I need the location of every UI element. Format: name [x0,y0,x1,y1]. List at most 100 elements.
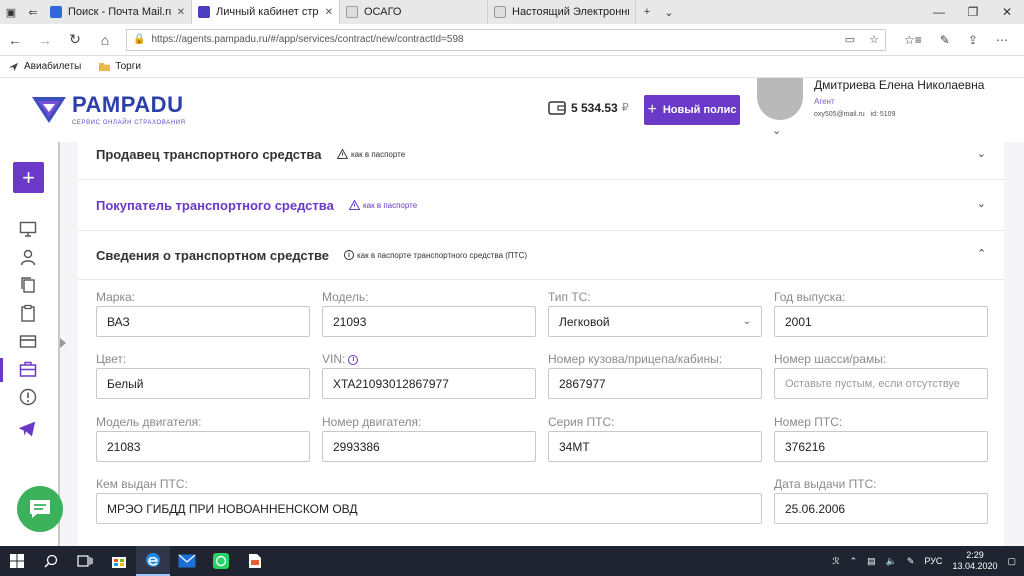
tab-cabinet[interactable]: Личный кабинет страх ✕ [192,0,340,24]
url-text: https://agents.pampadu.ru/#/app/services… [151,34,464,45]
balance[interactable]: 5 534.53 ₽ [548,100,629,115]
section-title: Покупатель транспортного средства [96,198,334,213]
network-icon[interactable]: ▤ [867,556,876,567]
close-icon[interactable]: ✕ [177,7,185,18]
engine-model-field[interactable]: 21083 [96,431,310,462]
copy-icon[interactable] [19,276,37,294]
set-aside-tabs-icon[interactable]: ⇐ [22,0,44,24]
year-field[interactable]: 2001 [774,306,988,337]
clipboard-icon[interactable] [19,304,37,322]
chassis-number-label: Номер шасси/рамы: [774,352,887,366]
chevron-down-icon[interactable]: ⌄ [658,0,680,24]
monitor-icon[interactable] [19,220,37,238]
notifications-icon[interactable]: ▢ [1007,556,1016,567]
close-window-icon[interactable]: ✕ [990,5,1024,19]
people-icon[interactable]: ℛ [832,556,839,567]
user-info[interactable]: Дмитриева Елена Николаевна Агент oxy505@… [814,78,984,118]
alert-icon[interactable] [19,388,37,406]
home-icon[interactable]: ⌂ [90,32,120,48]
seller-section[interactable]: Продавец транспортного средства как в па… [78,142,1004,180]
language-indicator[interactable]: РУС [924,556,942,566]
color-field[interactable]: Белый [96,368,310,399]
pts-issuer-field[interactable]: МРЭО ГИБДД ПРИ НОВОАННЕНСКОМ ОВД [96,493,762,524]
tab-mail[interactable]: Поиск - Почта Mail.ru ✕ [44,0,192,24]
chassis-number-field[interactable]: Оставьте пустым, если отсутствуе [774,368,988,399]
user-id: id: 5109 [870,111,896,118]
chevron-down-icon[interactable]: ⌄ [772,124,781,137]
new-policy-button[interactable]: + Новый полис [644,95,740,125]
chevron-up-icon[interactable]: ⌄ [977,246,986,259]
reading-view-icon[interactable]: ▭ [845,33,855,46]
taskbar: ℛ ⌃ ▤ 🔈 ✎ РУС 2:29 13.04.2020 ▢ [0,546,1024,576]
bookmark-torgi[interactable]: Торги [99,61,141,72]
document-taskbar-icon[interactable] [238,546,272,576]
edge-taskbar-icon[interactable] [136,546,170,576]
telegram-icon[interactable] [18,420,40,442]
info-icon[interactable]: i [348,354,359,365]
notes-icon[interactable]: ✎ [907,556,915,567]
tab-label: Настоящий Электронный П [512,6,629,18]
pampadu-logo[interactable]: PAMPADU СЕРВИС ОНЛАЙН СТРАХОВАНИЯ [30,92,186,126]
windows-start-icon[interactable] [0,546,34,576]
forward-icon[interactable]: → [30,32,60,48]
pts-date-field[interactable]: 25.06.2006 [774,493,988,524]
wallet-icon [548,101,566,115]
tab-actions-icon[interactable]: ▣ [0,0,22,24]
search-icon[interactable] [34,546,68,576]
url-field[interactable]: 🔒 https://agents.pampadu.ru/#/app/servic… [126,28,886,51]
hint-text: как в паспорте [363,200,418,210]
sidebar-add-button[interactable]: + [13,162,44,193]
body-number-label: Номер кузова/прицепа/кабины: [548,352,723,366]
avatar[interactable] [757,78,803,120]
sidebar-collapse-arrow-icon[interactable] [60,338,66,348]
chat-bubble-icon [30,500,50,518]
vehicle-type-select[interactable]: Легковой ⌄ [548,306,762,337]
engine-number-field[interactable]: 2993386 [322,431,536,462]
refresh-icon[interactable]: ↻ [60,31,90,48]
hint-text: как в паспорте транспортного средства (П… [357,250,528,260]
body-number-field[interactable]: 2867977 [548,368,762,399]
buyer-section[interactable]: Покупатель транспортного средства как в … [78,180,1004,231]
task-view-icon[interactable] [68,546,102,576]
user-icon[interactable] [19,248,37,266]
vin-field[interactable]: XTA21093012867977 [322,368,536,399]
bookmark-label: Авиабилеты [24,61,82,72]
volume-icon[interactable]: 🔈 [886,556,897,567]
page-favicon-icon [346,6,358,18]
more-menu-icon[interactable]: ⋯ [996,33,1008,47]
color-label: Цвет: [96,352,127,366]
pts-number-field[interactable]: 376216 [774,431,988,462]
bookmark-avia[interactable]: Авиабилеты [8,61,81,72]
warning-icon [349,200,360,210]
pts-series-field[interactable]: 34МТ [548,431,762,462]
back-icon[interactable]: ← [0,32,30,48]
close-icon[interactable]: ✕ [325,7,333,18]
new-tab-button[interactable]: + [636,0,658,24]
briefcase-icon[interactable] [19,360,37,378]
share-icon[interactable]: ⇪ [968,33,978,47]
vehicle-section-header[interactable]: Сведения о транспортном средстве i как в… [78,231,1004,280]
restore-icon[interactable]: ❐ [956,5,990,19]
color-value: Белый [107,376,144,391]
notes-pen-icon[interactable]: ✎ [940,33,950,47]
tab-osago[interactable]: ОСАГО [340,0,488,24]
chevron-up-icon[interactable]: ⌃ [850,556,858,567]
chevron-down-icon[interactable]: ⌄ [977,147,986,160]
chat-button[interactable] [17,486,63,532]
brand-field[interactable]: ВАЗ [96,306,310,337]
mail-taskbar-icon[interactable] [170,546,204,576]
clock-time: 2:29 [966,550,984,560]
store-icon[interactable] [102,546,136,576]
user-email: oxy505@mail.ru [814,111,865,118]
section-title: Сведения о транспортном средстве [96,248,330,263]
clock[interactable]: 2:29 13.04.2020 [952,550,997,572]
tab-electronic[interactable]: Настоящий Электронный П [488,0,636,24]
card-icon[interactable] [19,332,37,350]
minimize-icon[interactable]: — [922,5,956,19]
chevron-down-icon[interactable]: ⌄ [977,197,986,210]
favorite-star-icon[interactable]: ☆ [869,33,879,46]
engine-model-value: 21083 [107,439,141,454]
favorites-hub-icon[interactable]: ☆≡ [904,33,922,47]
model-field[interactable]: 21093 [322,306,536,337]
whatsapp-taskbar-icon[interactable] [204,546,238,576]
